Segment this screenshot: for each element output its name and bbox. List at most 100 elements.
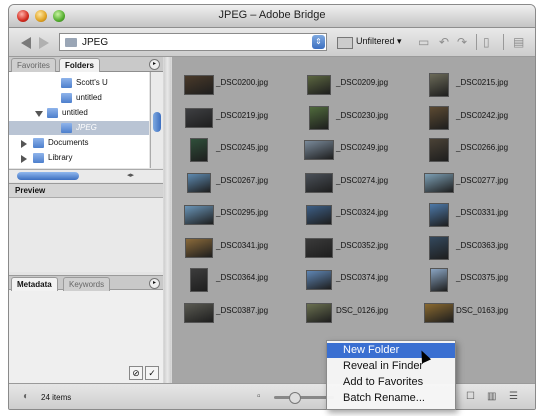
- filter-caret-icon: ▾: [397, 36, 402, 46]
- tab-metadata[interactable]: Metadata: [11, 277, 58, 291]
- thumbnail-image[interactable]: [430, 268, 448, 292]
- panel-splitter[interactable]: [164, 57, 171, 383]
- thumbnail-image[interactable]: [429, 105, 449, 130]
- thumbnail-image[interactable]: [184, 75, 214, 95]
- thumbnail-image[interactable]: [429, 235, 449, 260]
- thumbnail-image[interactable]: [307, 75, 331, 95]
- tree-horizontal-scrollbar[interactable]: ◂▸: [9, 169, 163, 182]
- folder-tree-item[interactable]: untitled: [9, 106, 149, 120]
- thumbnail-item[interactable]: _DSC0215.jpg: [424, 73, 535, 97]
- thumbnail-filename: _DSC0341.jpg: [216, 240, 269, 250]
- folder-tree-item[interactable]: untitled: [9, 91, 149, 105]
- thumbnail-image[interactable]: [305, 172, 333, 193]
- thumbnail-item[interactable]: _DSC0242.jpg: [424, 105, 535, 130]
- context-menu-item[interactable]: New Folder: [327, 343, 455, 358]
- tab-favorites[interactable]: Favorites: [11, 58, 56, 72]
- thumbnail-item[interactable]: _DSC0352.jpg: [304, 236, 416, 258]
- compact-mode-icon[interactable]: ▤: [513, 35, 524, 49]
- tree-vertical-scrollbar[interactable]: [150, 72, 163, 168]
- list-view-icon[interactable]: ☰: [509, 391, 518, 402]
- thumbnail-item[interactable]: _DSC0274.jpg: [304, 171, 416, 193]
- thumbnail-image[interactable]: [190, 268, 208, 292]
- folder-tree-item[interactable]: Library: [9, 151, 149, 165]
- disclosure-closed-icon[interactable]: [21, 155, 27, 163]
- thumbnail-image[interactable]: [185, 107, 213, 128]
- context-menu-item[interactable]: Add to Favorites: [327, 375, 455, 390]
- path-dropdown[interactable]: JPEG ⇕: [59, 33, 327, 51]
- filmstrip-view-icon[interactable]: ▥: [487, 391, 496, 402]
- thumbnail-item[interactable]: DSC_0126.jpg: [304, 301, 416, 323]
- thumbnail-image[interactable]: [184, 302, 214, 323]
- scroll-arrows-icon[interactable]: ◂▸: [127, 171, 134, 179]
- small-thumbnail-icon[interactable]: ▫: [257, 391, 261, 402]
- rotate-right-icon[interactable]: ↷: [457, 35, 467, 49]
- thumbnail-item[interactable]: _DSC0341.jpg: [184, 236, 296, 258]
- thumbnail-image[interactable]: [187, 172, 211, 193]
- details-view-icon[interactable]: ☐: [466, 391, 475, 402]
- scroll-thumb[interactable]: [17, 172, 79, 180]
- thumbnail-image[interactable]: [429, 203, 449, 227]
- tab-preview[interactable]: Preview: [9, 184, 163, 198]
- thumbnail-item[interactable]: _DSC0277.jpg: [424, 171, 535, 193]
- thumbnail-image[interactable]: [306, 270, 332, 290]
- thumbnail-item[interactable]: _DSC0245.jpg: [184, 138, 296, 162]
- thumbnail-item[interactable]: _DSC0331.jpg: [424, 203, 535, 227]
- thumbnail-image[interactable]: [190, 138, 208, 162]
- folder-tree-item[interactable]: Documents: [9, 136, 149, 150]
- thumbnail-item[interactable]: _DSC0200.jpg: [184, 73, 296, 95]
- filter-dropdown[interactable]: Unfiltered ▾: [356, 36, 402, 47]
- folder-tree-label: untitled: [62, 108, 88, 117]
- thumbnail-image[interactable]: [306, 205, 332, 225]
- thumbnail-item[interactable]: _DSC0364.jpg: [184, 268, 296, 292]
- thumbnail-item[interactable]: DSC_0163.jpg: [424, 301, 535, 323]
- disclosure-open-icon[interactable]: [35, 111, 43, 117]
- slider-thumb[interactable]: [289, 392, 301, 404]
- thumbnail-item[interactable]: _DSC0209.jpg: [304, 73, 416, 95]
- apply-check-icon[interactable]: ✓: [145, 366, 159, 380]
- thumbnail-image[interactable]: [429, 73, 449, 97]
- thumbnail-item[interactable]: _DSC0324.jpg: [304, 203, 416, 225]
- forward-arrow-icon[interactable]: [39, 37, 49, 49]
- tab-keywords[interactable]: Keywords: [63, 277, 111, 291]
- back-arrow-icon[interactable]: [21, 37, 31, 49]
- thumbnail-item[interactable]: _DSC0219.jpg: [184, 106, 296, 128]
- folder-tree-item[interactable]: JPEG: [9, 121, 149, 135]
- thumbnail-item[interactable]: _DSC0249.jpg: [304, 138, 416, 160]
- panel-menu-icon[interactable]: ▸: [149, 278, 160, 289]
- thumbnail-image[interactable]: [184, 205, 214, 225]
- thumbnail-image[interactable]: [304, 140, 334, 160]
- thumbnail-item[interactable]: _DSC0387.jpg: [184, 301, 296, 323]
- rotate-left-icon[interactable]: ↶: [439, 35, 449, 49]
- title-bar[interactable]: JPEG – Adobe Bridge: [9, 5, 535, 28]
- thumbnail-image[interactable]: [309, 105, 329, 130]
- path-dropdown-arrow-icon[interactable]: ⇕: [312, 35, 325, 49]
- thumbnail-item[interactable]: _DSC0295.jpg: [184, 203, 296, 225]
- thumbnail-filename: _DSC0200.jpg: [216, 78, 269, 87]
- thumbnail-image[interactable]: [305, 237, 333, 258]
- thumbnail-image[interactable]: [306, 302, 332, 323]
- disclosure-closed-icon[interactable]: [21, 140, 27, 148]
- toggle-panels-icon[interactable]: ◐: [23, 391, 29, 402]
- thumbnail-image[interactable]: [424, 302, 454, 323]
- thumbnail-filename: _DSC0249.jpg: [336, 143, 389, 152]
- tab-folders[interactable]: Folders: [59, 58, 100, 72]
- cancel-icon[interactable]: ⊘: [129, 366, 143, 380]
- thumbnail-item[interactable]: _DSC0267.jpg: [184, 171, 296, 193]
- new-folder-icon[interactable]: ▭: [418, 35, 429, 49]
- thumbnail-item[interactable]: _DSC0375.jpg: [424, 268, 535, 292]
- thumbnail-item[interactable]: _DSC0363.jpg: [424, 235, 535, 260]
- trash-icon[interactable]: ▯: [483, 35, 490, 49]
- context-menu-item[interactable]: Reveal in Finder: [327, 359, 455, 374]
- thumbnail-image[interactable]: [424, 172, 454, 193]
- context-menu-item[interactable]: Batch Rename...: [327, 391, 455, 406]
- thumbnail-item[interactable]: _DSC0230.jpg: [304, 105, 416, 130]
- thumbnail-filename: _DSC0352.jpg: [336, 240, 389, 250]
- thumbnail-item[interactable]: _DSC0266.jpg: [424, 138, 535, 162]
- scroll-thumb[interactable]: [153, 112, 161, 132]
- thumbnail-item[interactable]: _DSC0374.jpg: [304, 268, 416, 290]
- folder-tree-item[interactable]: Scott's U: [9, 76, 149, 90]
- thumbnail-size-slider[interactable]: [274, 392, 334, 404]
- thumbnail-image[interactable]: [185, 237, 213, 258]
- thumbnail-image[interactable]: [429, 138, 449, 162]
- panel-menu-icon[interactable]: ▸: [149, 59, 160, 70]
